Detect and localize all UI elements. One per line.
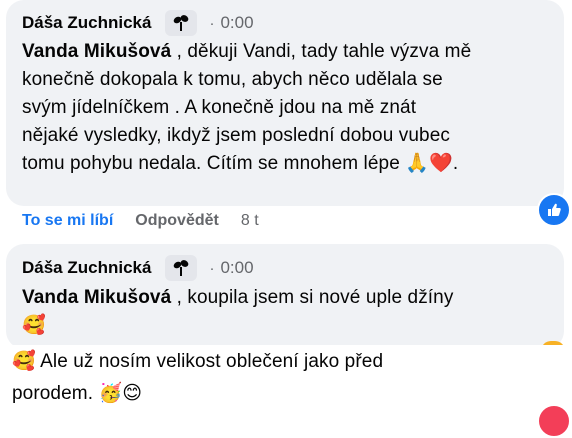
sprout-icon <box>174 260 189 276</box>
smiling-face-emoji: 😊 <box>122 383 143 404</box>
comment-author[interactable]: Dáša Zuchnická <box>22 13 151 33</box>
mention-link[interactable]: Vanda Mikušová <box>22 287 171 308</box>
separator-dot: · <box>209 14 215 32</box>
comment-text-line: nějaké vysledky, ikdyž jsem poslední dob… <box>22 125 450 146</box>
like-button[interactable]: To se mi líbí <box>22 212 113 230</box>
comment-text-line: tomu pohybu nedala. Cítím se mnohem lépe <box>22 153 400 174</box>
partying-face-emoji: 🥳 <box>98 383 123 404</box>
comment-bubble-1: Dáša Zuchnická · 0:00 Vanda Mikušová , d… <box>6 0 564 206</box>
voice-effect-icon[interactable] <box>165 255 198 281</box>
comment-actions: To se mi líbí Odpovědět 8 t <box>22 212 259 230</box>
thumbs-up-icon <box>548 203 561 216</box>
mention-link[interactable]: Vanda Mikušová <box>22 41 171 62</box>
comment-text: Vanda Mikušová , děkuji Vandi, tady tahl… <box>22 38 557 178</box>
comment-continuation: 🥰 Ale už nosím velikost oblečení jako př… <box>0 345 572 421</box>
comment-time[interactable]: 0:00 <box>220 258 253 278</box>
comment-text-line: porodem. <box>12 383 94 404</box>
folded-hands-emoji: 🙏 <box>405 153 430 174</box>
trailing-period: . <box>452 153 459 174</box>
comment-time[interactable]: 0:00 <box>220 13 253 33</box>
comment-age[interactable]: 8 t <box>241 212 259 230</box>
reply-button[interactable]: Odpovědět <box>135 212 219 230</box>
comment-text-line: Ale už nosím velikost oblečení jako před <box>35 351 384 372</box>
smiling-hearts-emoji: 🥰 <box>12 351 36 372</box>
comment-bubble-2: Dáša Zuchnická · 0:00 Vanda Mikušová , k… <box>6 244 564 349</box>
comment-meta: Dáša Zuchnická · 0:00 <box>22 255 254 281</box>
love-reaction-badge[interactable] <box>537 404 571 438</box>
separator-dot: · <box>209 259 215 277</box>
like-reaction-badge[interactable] <box>537 193 571 227</box>
comment-text-line: konečně dokopala k tomu, abych něco uděl… <box>22 69 443 90</box>
red-heart-emoji: ❤️ <box>429 153 453 174</box>
comment-text: Vanda Mikušová , koupila jsem si nové up… <box>22 284 557 340</box>
comment-author[interactable]: Dáša Zuchnická <box>22 258 151 278</box>
voice-effect-icon[interactable] <box>165 10 198 36</box>
comment-text-line: , děkuji Vandi, tady tahle výzva mě <box>171 41 472 62</box>
comment-text-line: , koupila jsem si nové uple džíny <box>171 287 454 308</box>
comment-text-line: svým jídelníčkem . A konečně jdou na mě … <box>22 97 417 118</box>
smiling-hearts-emoji: 🥰 <box>22 315 46 336</box>
comment-meta: Dáša Zuchnická · 0:00 <box>22 10 254 36</box>
sprout-icon <box>174 15 189 31</box>
